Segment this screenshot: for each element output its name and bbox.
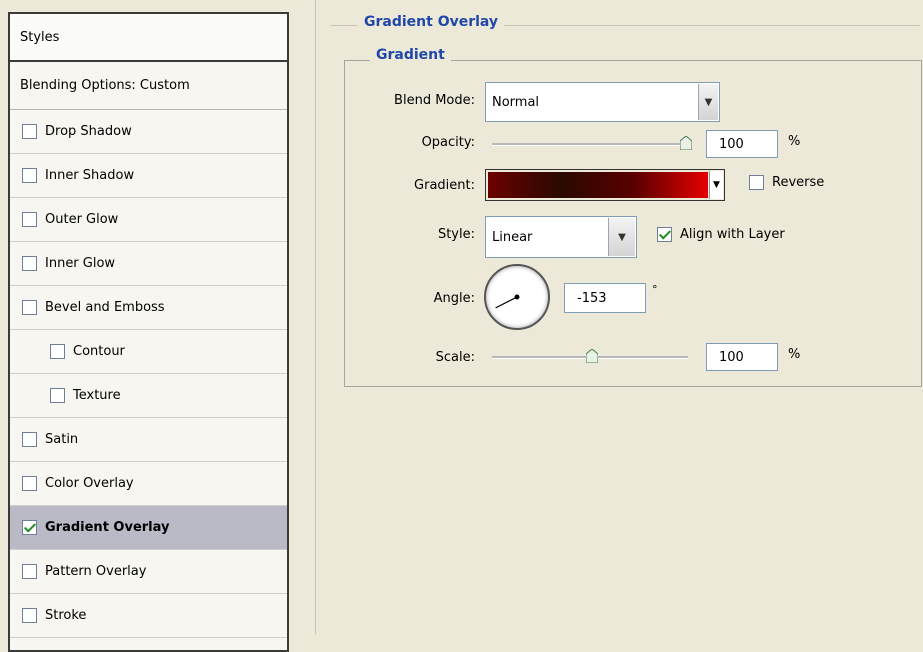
scale-input[interactable]: 100 [706,343,778,371]
contour-checkbox[interactable] [50,344,65,359]
texture-checkbox[interactable] [50,388,65,403]
style-item-label: Inner Glow [45,256,116,271]
angle-label: Angle: [433,291,475,306]
blend-mode-value: Normal [492,94,540,110]
styles-header[interactable]: Styles [10,14,287,62]
angle-input[interactable]: -153 [564,283,646,313]
style-item-label: Inner Shadow [45,168,135,183]
scale-unit: % [788,347,801,362]
scale-slider-thumb[interactable] [586,349,598,363]
group-title: Gradient [370,47,451,63]
style-item-label: Drop Shadow [45,124,132,139]
angle-indicator [495,294,520,309]
style-label: Style: [437,227,475,242]
style-item-satin[interactable]: Satin [10,418,287,462]
style-select[interactable]: Linear ▼ [485,216,637,258]
gradient-picker[interactable]: ▼ [485,169,725,201]
opacity-input[interactable]: 100 [706,130,778,158]
style-item-label: Stroke [45,608,87,623]
style-item-stroke[interactable]: Stroke [10,594,287,638]
style-item-label: Outer Glow [45,212,119,227]
angle-unit: ° [652,283,658,296]
style-item-bevel-emboss[interactable]: Bevel and Emboss [10,286,287,330]
scale-label: Scale: [435,350,475,365]
style-item-inner-glow[interactable]: Inner Glow [10,242,287,286]
blending-options-label: Blending Options: Custom [20,78,190,93]
opacity-slider-track[interactable] [492,143,692,146]
blending-options-item[interactable]: Blending Options: Custom [10,62,287,110]
style-item-label: Bevel and Emboss [45,300,165,315]
style-item-gradient-overlay[interactable]: Gradient Overlay [10,506,287,550]
style-value: Linear [492,229,533,245]
style-item-label: Satin [45,432,79,447]
styles-list-panel: Styles Blending Options: Custom Drop Sha… [8,12,289,652]
stroke-checkbox[interactable] [22,608,37,623]
gradient-overlay-settings: Gradient Overlay Gradient Blend Mode: No… [320,0,923,634]
style-item-label: Gradient Overlay [45,520,170,535]
align-with-layer-label: Align with Layer [680,227,785,242]
align-with-layer-option[interactable]: Align with Layer [657,227,785,242]
opacity-unit: % [788,134,801,149]
gradient-preview[interactable] [488,172,708,198]
drop-shadow-checkbox[interactable] [22,124,37,139]
bevel-emboss-checkbox[interactable] [22,300,37,315]
blend-mode-label: Blend Mode: [394,93,475,108]
blend-mode-select[interactable]: Normal ▼ [485,82,720,122]
reverse-checkbox[interactable] [749,175,764,190]
opacity-label: Opacity: [421,135,475,150]
align-with-layer-checkbox[interactable] [657,227,672,242]
style-item-color-overlay[interactable]: Color Overlay [10,462,287,506]
opacity-value: 100 [719,136,744,152]
satin-checkbox[interactable] [22,432,37,447]
chevron-down-icon[interactable]: ▼ [698,84,718,120]
style-item-label: Contour [73,344,125,359]
angle-dial[interactable] [484,264,550,330]
styles-header-label: Styles [20,29,60,45]
gradient-overlay-checkbox[interactable] [22,520,37,535]
caret-down-icon[interactable]: ▼ [709,171,723,199]
inner-shadow-checkbox[interactable] [22,168,37,183]
opacity-slider-thumb[interactable] [680,136,692,150]
style-item-texture[interactable]: Texture [10,374,287,418]
angle-value: -153 [577,290,607,306]
pane-divider [315,0,316,634]
gradient-label: Gradient: [414,178,475,193]
reverse-option[interactable]: Reverse [749,175,824,190]
chevron-down-icon[interactable]: ▼ [608,218,635,256]
style-item-contour[interactable]: Contour [10,330,287,374]
style-item-inner-shadow[interactable]: Inner Shadow [10,154,287,198]
style-item-label: Pattern Overlay [45,564,147,579]
reverse-label: Reverse [772,175,825,190]
style-item-drop-shadow[interactable]: Drop Shadow [10,110,287,154]
style-item-label: Texture [73,388,121,403]
scale-value: 100 [719,349,744,365]
inner-glow-checkbox[interactable] [22,256,37,271]
style-item-pattern-overlay[interactable]: Pattern Overlay [10,550,287,594]
style-item-label: Color Overlay [45,476,134,491]
color-overlay-checkbox[interactable] [22,476,37,491]
style-item-outer-glow[interactable]: Outer Glow [10,198,287,242]
pattern-overlay-checkbox[interactable] [22,564,37,579]
outer-glow-checkbox[interactable] [22,212,37,227]
section-title: Gradient Overlay [358,14,505,30]
